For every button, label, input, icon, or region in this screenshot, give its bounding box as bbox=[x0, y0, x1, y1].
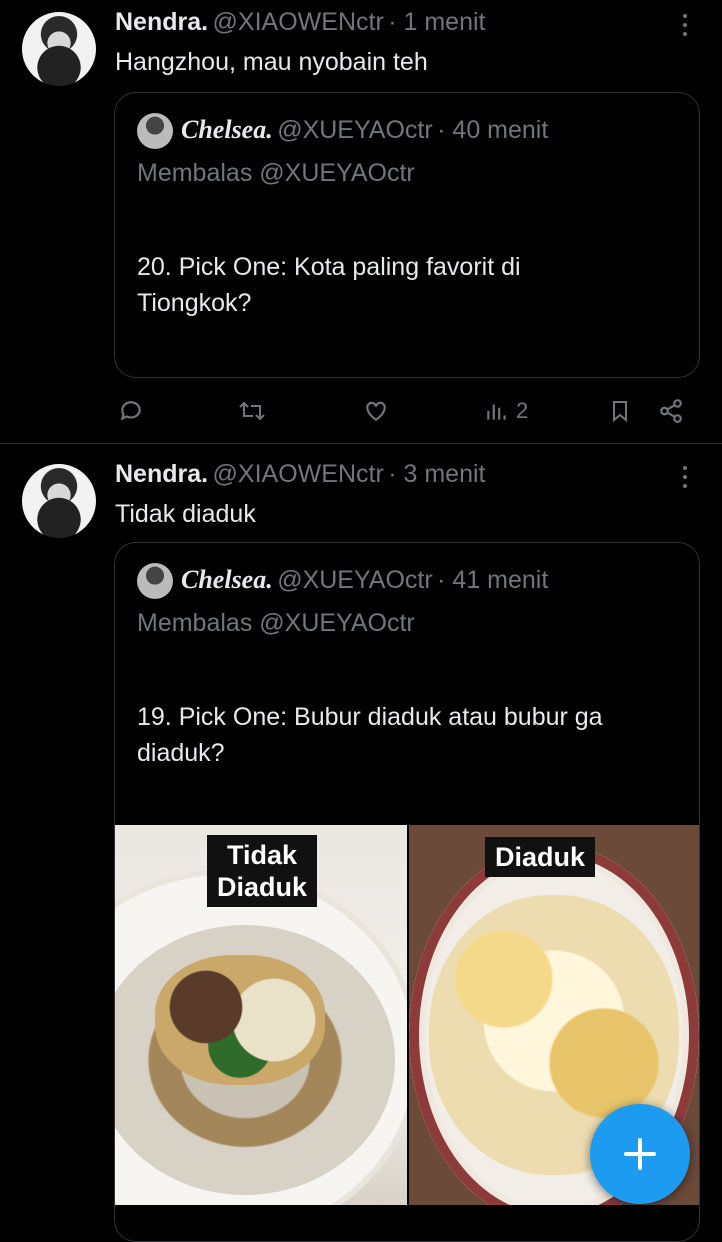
quoted-text-line2: diaduk? bbox=[137, 739, 225, 767]
image-label-not-stirred: Tidak Diaduk bbox=[207, 835, 318, 907]
quoted-header: Chelsea. @XUEYAOctr · 40 menit bbox=[181, 115, 548, 145]
author-avatar[interactable] bbox=[22, 12, 96, 86]
post-time[interactable]: · 3 menit bbox=[388, 460, 485, 488]
quoted-post[interactable]: Chelsea. @XUEYAOctr · 40 menit Membalas … bbox=[114, 92, 700, 378]
quoted-author-handle: @XUEYAOctr bbox=[277, 116, 433, 144]
quoted-post-time: · 40 menit bbox=[437, 116, 549, 144]
quoted-author-name: Chelsea. bbox=[181, 115, 273, 144]
like-button[interactable] bbox=[362, 398, 390, 424]
quoted-author-handle: @XUEYAOctr bbox=[277, 566, 433, 594]
bookmark-icon bbox=[613, 401, 627, 423]
post-text: Tidak diaduk bbox=[115, 500, 256, 528]
compose-button[interactable] bbox=[590, 1104, 690, 1204]
reply-context: Membalas @XUEYAOctr bbox=[137, 609, 415, 637]
post-header: Nendra. @XIAOWENctr · 1 menit bbox=[115, 8, 485, 37]
author-name[interactable]: Nendra. bbox=[115, 8, 208, 36]
post-text: Hangzhou, mau nyobain teh bbox=[115, 48, 428, 76]
quoted-text-line2: Tiongkok? bbox=[137, 289, 252, 317]
plus-icon bbox=[624, 1138, 656, 1170]
quoted-author-avatar bbox=[137, 563, 173, 599]
author-avatar[interactable] bbox=[22, 464, 96, 538]
quoted-author-avatar bbox=[137, 113, 173, 149]
reply-context: Membalas @XUEYAOctr bbox=[137, 159, 415, 187]
quoted-post-time: · 41 menit bbox=[437, 566, 549, 594]
like-icon bbox=[366, 401, 386, 421]
bookmark-button[interactable] bbox=[608, 398, 632, 424]
views-icon bbox=[487, 404, 506, 420]
toppings bbox=[155, 955, 325, 1085]
views-count: 2 bbox=[516, 398, 529, 423]
author-name[interactable]: Nendra. bbox=[115, 460, 208, 488]
reply-button[interactable] bbox=[118, 398, 144, 424]
quoted-image-left[interactable]: Tidak Diaduk bbox=[115, 825, 407, 1205]
share-button[interactable] bbox=[658, 398, 684, 424]
quoted-header: Chelsea. @XUEYAOctr · 41 menit bbox=[181, 565, 548, 595]
reply-icon bbox=[120, 401, 141, 421]
author-handle[interactable]: @XIAOWENctr bbox=[213, 460, 384, 488]
more-options-icon[interactable] bbox=[680, 14, 690, 36]
more-options-icon[interactable] bbox=[680, 466, 690, 488]
views-button[interactable]: 2 bbox=[484, 398, 528, 424]
post-header: Nendra. @XIAOWENctr · 3 menit bbox=[115, 460, 485, 489]
author-handle[interactable]: @XIAOWENctr bbox=[213, 8, 384, 36]
quoted-author-name: Chelsea. bbox=[181, 565, 273, 594]
retweet-button[interactable] bbox=[238, 398, 266, 424]
quoted-text-line1: 19. Pick One: Bubur diaduk atau bubur ga bbox=[137, 703, 603, 731]
post-time[interactable]: · 1 menit bbox=[388, 8, 485, 36]
share-icon bbox=[660, 399, 682, 423]
quoted-text-line1: 20. Pick One: Kota paling favorit di bbox=[137, 253, 521, 281]
retweet-icon bbox=[239, 401, 265, 421]
post-divider bbox=[0, 443, 722, 444]
image-label-stirred: Diaduk bbox=[485, 837, 596, 877]
